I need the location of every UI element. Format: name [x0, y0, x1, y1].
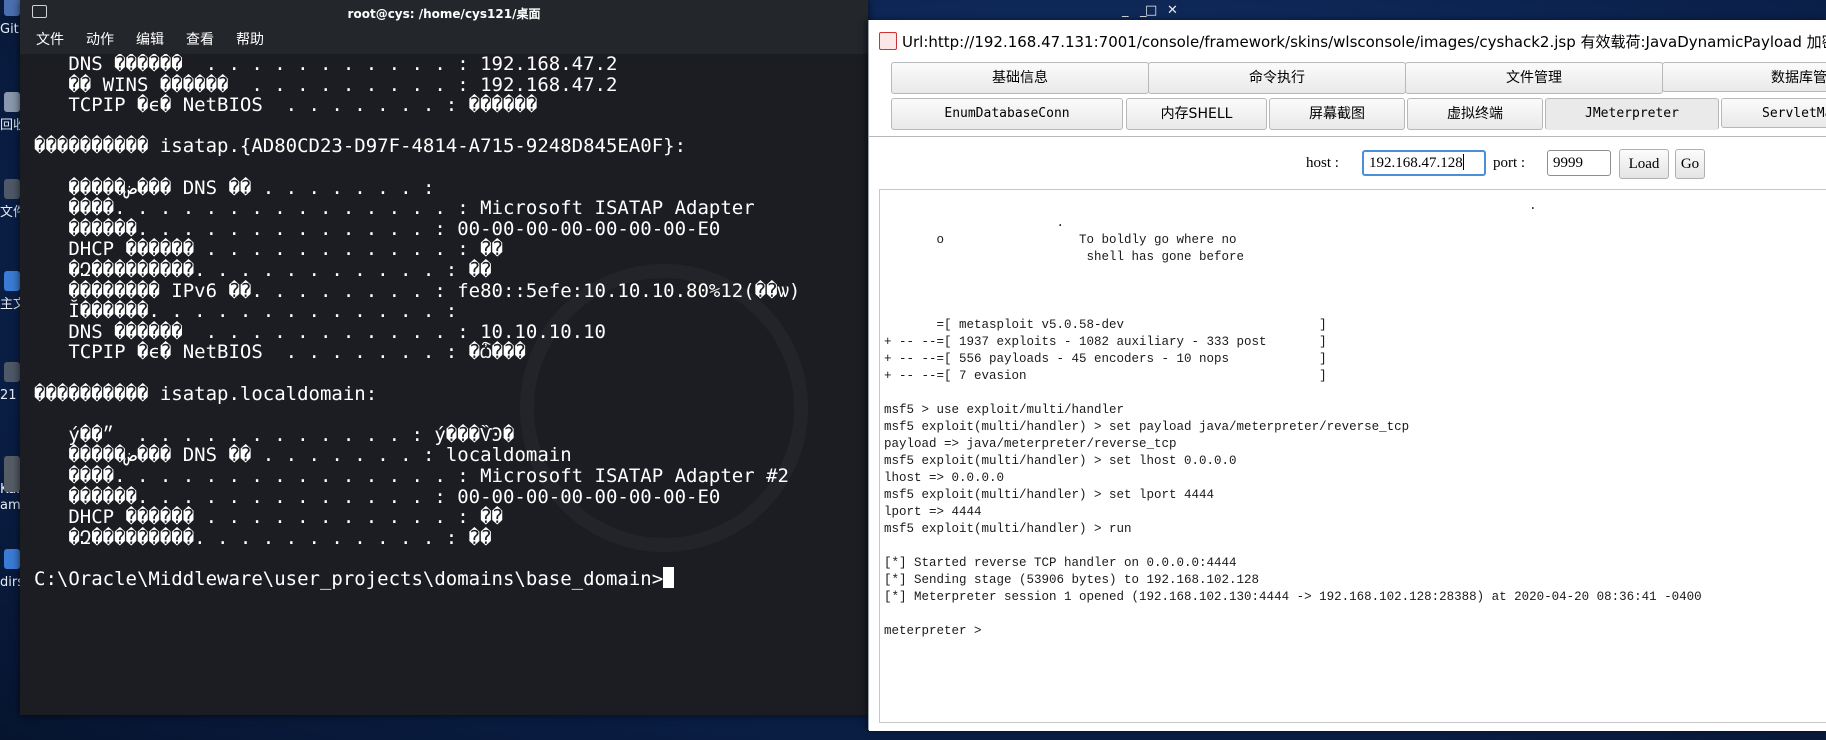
terminal-line: ���������� isatap.{AD80CD23-D97F-4814-A7…: [34, 134, 686, 158]
port-input[interactable]: 9999: [1547, 150, 1611, 176]
tab-file-manager[interactable]: 文件管理: [1405, 62, 1663, 94]
webshell-manager-window: Url:http://192.168.47.131:7001/console/f…: [868, 20, 1826, 730]
desktop-icon-glyph[interactable]: [4, 0, 20, 16]
menu-action[interactable]: 动作: [86, 29, 114, 49]
terminal-minimize-button[interactable]: _: [1122, 3, 1129, 18]
tab-virtual-terminal[interactable]: 虚拟终端: [1407, 98, 1543, 130]
terminal-maximize-button[interactable]: □: [1145, 3, 1157, 18]
desktop-icon-glyph[interactable]: [4, 179, 20, 199]
load-button[interactable]: Load: [1619, 149, 1669, 179]
menu-view[interactable]: 查看: [186, 29, 214, 49]
menu-edit[interactable]: 编辑: [136, 29, 164, 49]
desktop-icon-glyph[interactable]: [4, 92, 20, 112]
terminal-line: TCPIP �ϵ� NetBIOS . . . . . . . : ������: [34, 93, 537, 117]
tab-servlet-manage[interactable]: ServletMana: [1721, 98, 1826, 128]
tab-memory-shell[interactable]: 内存SHELL: [1126, 98, 1267, 130]
desktop-icon-glyph[interactable]: [4, 271, 20, 291]
terminal-titlebar[interactable]: root@cys: /home/cys121/桌面 _: [20, 0, 868, 24]
tab-basic-info[interactable]: 基础信息: [891, 62, 1149, 94]
desktop-icon-label[interactable]: 21 G: [0, 388, 22, 404]
jmeterpreter-panel: host : 192.168.47.128 port : 9999 Load G…: [869, 136, 1826, 731]
desktop-icon-label[interactable]: 回收站: [0, 118, 22, 134]
tab-database[interactable]: 数据库管: [1662, 62, 1826, 92]
tab-enum-database-conn[interactable]: EnumDatabaseConn: [891, 98, 1123, 130]
host-label: host :: [1306, 155, 1339, 172]
console-line: shell has gone before: [884, 247, 1244, 267]
java-app-icon: [879, 32, 897, 50]
terminal-line: �Զ���������. . . . . . . . . . . : ��: [34, 526, 492, 550]
terminal-line: TCPIP �ϵ� NetBIOS . . . . . . . : �ѽ���: [34, 340, 526, 364]
menu-help[interactable]: 帮助: [236, 29, 264, 49]
desktop-icon-label[interactable]: 主文件夹: [0, 297, 22, 313]
desktop-icon-label[interactable]: amd64 1: [0, 498, 22, 514]
console-line: [*] Meterpreter session 1 opened (192.16…: [884, 587, 1702, 607]
host-input[interactable]: 192.168.47.128: [1362, 150, 1486, 176]
meterpreter-console[interactable]: . . o To boldly go where no shell has go…: [879, 189, 1826, 723]
desktop-icon-glyph[interactable]: [4, 472, 20, 492]
tab-jmeterpreter[interactable]: JMeterpreter: [1545, 98, 1719, 130]
app-title: Url:http://192.168.47.131:7001/console/f…: [902, 31, 1826, 52]
app-titlebar[interactable]: Url:http://192.168.47.131:7001/console/f…: [869, 20, 1826, 60]
console-line: meterpreter >: [884, 621, 989, 641]
terminal-output[interactable]: DNS ������ . . . . . . . . . . . : 192.1…: [20, 54, 868, 715]
go-button[interactable]: Go: [1675, 149, 1705, 179]
terminal-close-button[interactable]: ✕: [1167, 3, 1178, 18]
tab-screenshot[interactable]: 屏幕截图: [1269, 98, 1405, 130]
desktop-icon-glyph[interactable]: [4, 549, 20, 569]
console-line: + -- --=[ 7 evasion ]: [884, 366, 1327, 386]
terminal-window: root@cys: /home/cys121/桌面 _ 文件 动作 编辑 查看 …: [20, 0, 868, 715]
console-line: msf5 exploit(multi/handler) > run: [884, 519, 1132, 539]
terminal-line: ���������� isatap.localdomain:: [34, 382, 377, 406]
menu-file[interactable]: 文件: [36, 29, 64, 49]
desktop-icon-glyph[interactable]: [4, 362, 20, 382]
desktop-icon-label[interactable]: Git: [0, 22, 22, 38]
terminal-menubar: 文件 动作 编辑 查看 帮助: [20, 24, 868, 54]
terminal-title: root@cys: /home/cys121/桌面: [20, 5, 868, 22]
port-label: port :: [1493, 155, 1525, 172]
tab-command-exec[interactable]: 命令执行: [1148, 62, 1406, 94]
terminal-line: C:\Oracle\Middleware\user_projects\domai…: [34, 567, 674, 591]
terminal-cursor: [663, 567, 674, 588]
desktop-icon-label[interactable]: dirs: [0, 575, 22, 591]
desktop-icon-label[interactable]: 文件系统: [0, 205, 22, 221]
